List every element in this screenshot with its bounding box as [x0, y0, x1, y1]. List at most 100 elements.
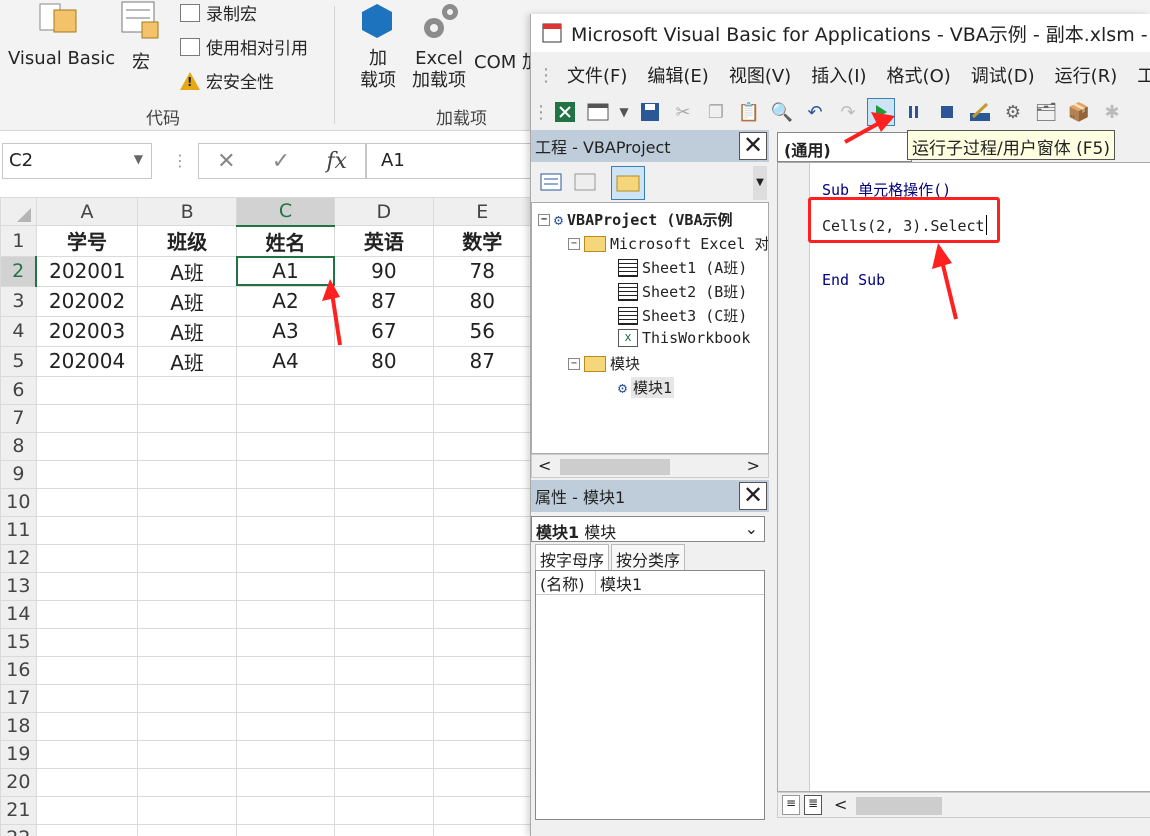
- object-browser-icon[interactable]: 📦: [1065, 98, 1093, 126]
- row-header[interactable]: 20: [0, 767, 37, 797]
- scroll-right-icon[interactable]: >: [747, 456, 760, 475]
- code-line-end[interactable]: End Sub: [822, 271, 885, 289]
- cell-b16[interactable]: [137, 655, 237, 685]
- cell-c12[interactable]: [235, 543, 336, 573]
- cell-a8[interactable]: [35, 431, 139, 461]
- tree-item-excel-objects[interactable]: − Microsoft Excel 对: [568, 233, 768, 254]
- cell-c13[interactable]: [235, 571, 336, 601]
- cell-b22[interactable]: [137, 823, 237, 836]
- tree-item-workbook[interactable]: x ThisWorkbook: [618, 329, 750, 347]
- cell-e22[interactable]: [432, 823, 532, 836]
- cell-d17[interactable]: [334, 683, 434, 713]
- cell-e18[interactable]: [432, 711, 532, 741]
- scroll-thumb[interactable]: [856, 797, 942, 815]
- cell-c14[interactable]: [235, 599, 336, 629]
- cell-b14[interactable]: [137, 599, 237, 629]
- cell-b17[interactable]: [137, 683, 237, 713]
- row-header[interactable]: 16: [0, 655, 37, 685]
- undo-icon[interactable]: ↶: [801, 98, 829, 126]
- visual-basic-button[interactable]: Visual Basic: [8, 48, 115, 69]
- scroll-left-icon[interactable]: <: [834, 795, 847, 814]
- menu-file[interactable]: 文件(F): [567, 62, 627, 88]
- cell-a17[interactable]: [35, 683, 139, 713]
- cell-b18[interactable]: [137, 711, 237, 741]
- cell-d21[interactable]: [334, 795, 434, 825]
- insert-userform-icon[interactable]: [584, 98, 612, 126]
- column-header-a[interactable]: A: [35, 197, 139, 226]
- cell-e6[interactable]: [432, 375, 532, 405]
- cell-c11[interactable]: [235, 515, 336, 545]
- cell-e10[interactable]: [432, 487, 532, 517]
- menu-run[interactable]: 运行(R): [1055, 62, 1118, 88]
- row-header[interactable]: 6: [0, 375, 37, 405]
- cell-c9[interactable]: [235, 459, 336, 489]
- cell-d6[interactable]: [334, 375, 434, 405]
- tree-item-module1[interactable]: ⚙ 模块1: [618, 377, 675, 398]
- cell-b12[interactable]: [137, 543, 237, 573]
- cell-d20[interactable]: [334, 767, 434, 797]
- cell-c7[interactable]: [235, 403, 336, 433]
- row-header[interactable]: 11: [0, 515, 37, 545]
- cell-b3[interactable]: A班: [137, 285, 237, 317]
- cell-d18[interactable]: [334, 711, 434, 741]
- cell-a7[interactable]: [35, 403, 139, 433]
- cell-e20[interactable]: [432, 767, 532, 797]
- insert-function-icon[interactable]: fx: [326, 149, 347, 174]
- row-header[interactable]: 22: [0, 823, 37, 836]
- cell-c16[interactable]: [235, 655, 336, 685]
- project-hscroll[interactable]: < >: [531, 454, 769, 478]
- row-header[interactable]: 8: [0, 431, 37, 461]
- menu-debug[interactable]: 调试(D): [971, 62, 1035, 88]
- row-header[interactable]: 13: [0, 571, 37, 601]
- drag-handle-icon[interactable]: ⋮: [172, 151, 188, 170]
- row-header[interactable]: 3: [0, 285, 37, 317]
- cell-e17[interactable]: [432, 683, 532, 713]
- view-excel-icon[interactable]: [551, 98, 579, 126]
- cell-a19[interactable]: [35, 739, 139, 769]
- design-mode-icon[interactable]: [966, 98, 994, 126]
- tree-item-sheet1[interactable]: Sheet1 (A班): [618, 257, 747, 278]
- cell-c17[interactable]: [235, 683, 336, 713]
- cell-c6[interactable]: [235, 375, 336, 405]
- column-header-c[interactable]: C: [235, 197, 336, 227]
- toggle-folders-icon[interactable]: [611, 166, 645, 200]
- cell-b9[interactable]: [137, 459, 237, 489]
- code-gutter[interactable]: [778, 163, 810, 791]
- row-header[interactable]: 15: [0, 627, 37, 657]
- row-header[interactable]: 4: [0, 315, 37, 347]
- cell-d11[interactable]: [334, 515, 434, 545]
- find-icon[interactable]: 🔍: [768, 98, 796, 126]
- cell-a16[interactable]: [35, 655, 139, 685]
- row-header[interactable]: 7: [0, 403, 37, 433]
- cell-b15[interactable]: [137, 627, 237, 657]
- cell-b13[interactable]: [137, 571, 237, 601]
- collapse-icon[interactable]: −: [538, 213, 550, 226]
- name-box[interactable]: C2 ▼: [2, 143, 152, 179]
- row-header[interactable]: 14: [0, 599, 37, 629]
- cell-e21[interactable]: [432, 795, 532, 825]
- row-header[interactable]: 18: [0, 711, 37, 741]
- cell-b11[interactable]: [137, 515, 237, 545]
- scroll-left-icon[interactable]: <: [538, 456, 551, 475]
- menu-edit[interactable]: 编辑(E): [647, 62, 708, 88]
- cell-d16[interactable]: [334, 655, 434, 685]
- enter-icon[interactable]: ✓: [272, 149, 290, 174]
- save-icon[interactable]: [636, 98, 664, 126]
- cell-c20[interactable]: [235, 767, 336, 797]
- cell-a22[interactable]: [35, 823, 139, 836]
- cell-d19[interactable]: [334, 739, 434, 769]
- cell-b4[interactable]: A班: [137, 315, 237, 347]
- toolbox-icon[interactable]: ✱: [1098, 98, 1126, 126]
- cell-a5[interactable]: 202004: [35, 345, 139, 377]
- tree-item-sheet2[interactable]: Sheet2 (B班): [618, 281, 747, 302]
- column-header-d[interactable]: D: [334, 197, 434, 226]
- prop-value[interactable]: 模块1: [596, 571, 642, 595]
- record-macro-button[interactable]: 录制宏: [180, 0, 257, 25]
- cell-a13[interactable]: [35, 571, 139, 601]
- cell-b6[interactable]: [137, 375, 237, 405]
- cell-a9[interactable]: [35, 459, 139, 489]
- cell-e4[interactable]: 56: [432, 315, 532, 347]
- cell-b5[interactable]: A班: [137, 345, 237, 377]
- cell-d10[interactable]: [334, 487, 434, 517]
- collapse-icon[interactable]: −: [568, 237, 580, 250]
